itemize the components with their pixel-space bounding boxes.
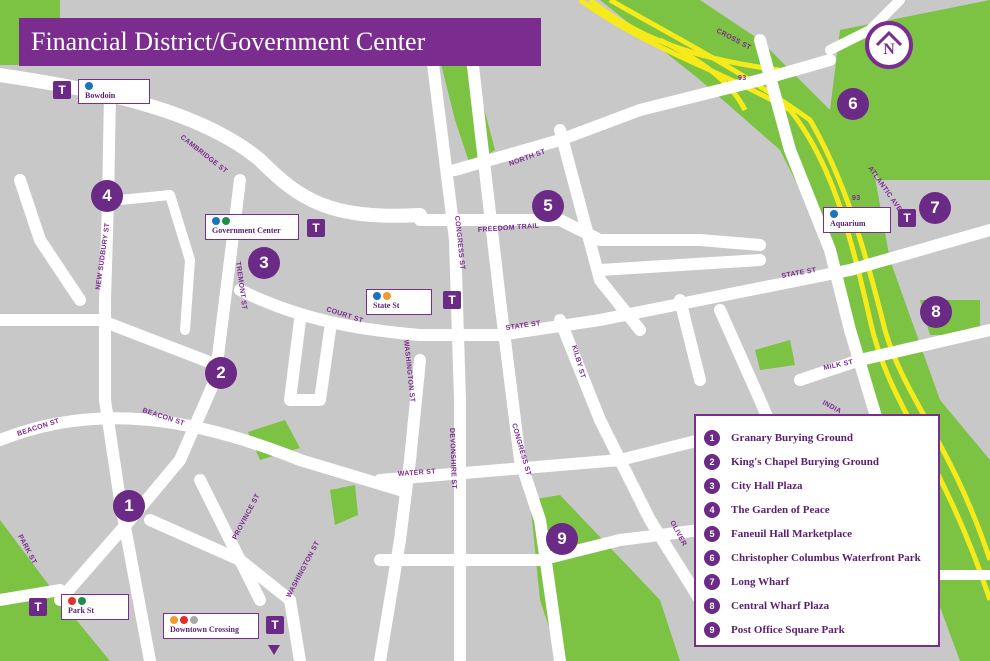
station-state-st[interactable]: State St — [366, 289, 432, 315]
legend-label: The Garden of Peace — [731, 504, 830, 516]
station-name: State St — [373, 301, 400, 310]
line-dots — [85, 82, 143, 91]
station-name: Government Center — [212, 226, 281, 235]
marker-9[interactable]: 9 — [546, 523, 578, 555]
north-letter: N — [883, 41, 895, 58]
line-dots — [170, 616, 252, 625]
marker-8[interactable]: 8 — [920, 296, 952, 328]
legend-number: 4 — [704, 502, 720, 518]
label-i93-south: 93 — [852, 195, 860, 202]
legend-item[interactable]: 8 Central Wharf Plaza — [704, 594, 930, 618]
line-dots — [830, 210, 884, 219]
legend-number: 6 — [704, 550, 720, 566]
marker-2[interactable]: 2 — [205, 357, 237, 389]
legend-item[interactable]: 9 Post Office Square Park — [704, 618, 930, 642]
legend-number: 2 — [704, 454, 720, 470]
legend-label: Granary Burying Ground — [731, 432, 854, 444]
station-downtown-crossing[interactable]: Downtown Crossing — [163, 613, 259, 639]
legend-number: 5 — [704, 526, 720, 542]
station-name: Downtown Crossing — [170, 625, 239, 634]
marker-3[interactable]: 3 — [248, 247, 280, 279]
legend-number: 8 — [704, 598, 720, 614]
legend-label: Faneuil Hall Marketplace — [731, 528, 852, 540]
t-icon-downtown-crossing[interactable]: T — [266, 616, 284, 634]
blue-line-icon — [830, 210, 838, 218]
legend-item[interactable]: 6 Christopher Columbus Waterfront Park — [704, 546, 930, 570]
station-park-st[interactable]: Park St — [61, 594, 129, 620]
legend-item[interactable]: 7 Long Wharf — [704, 570, 930, 594]
line-dots — [68, 597, 122, 606]
red-line-icon — [180, 616, 188, 624]
map-title: Financial District/Government Center — [19, 18, 541, 66]
t-icon-bowdoin[interactable]: T — [53, 81, 71, 99]
legend-label: Christopher Columbus Waterfront Park — [731, 552, 921, 564]
park-milk — [755, 340, 795, 370]
legend-label: Central Wharf Plaza — [731, 600, 830, 612]
legend-label: Post Office Square Park — [731, 624, 845, 636]
line-dots — [373, 292, 425, 301]
green-line-icon — [78, 597, 86, 605]
legend-label: King's Chapel Burying Ground — [731, 456, 880, 468]
station-name: Park St — [68, 606, 94, 615]
map: CAMBRIDGE ST NEW SUDBURY ST TREMONT ST C… — [0, 0, 990, 661]
line-dots — [212, 217, 292, 226]
t-icon-park-st[interactable]: T — [29, 598, 47, 616]
green-line-icon — [222, 217, 230, 225]
marker-6[interactable]: 6 — [837, 88, 869, 120]
legend-item[interactable]: 4 The Garden of Peace — [704, 498, 930, 522]
legend-label: Long Wharf — [731, 576, 790, 588]
legend-item[interactable]: 2 King's Chapel Burying Ground — [704, 450, 930, 474]
marker-1[interactable]: 1 — [113, 490, 145, 522]
red-line-icon — [68, 597, 76, 605]
legend-number: 9 — [704, 622, 720, 638]
label-province-st: PROVINCE ST — [232, 492, 262, 540]
legend-number: 7 — [704, 574, 720, 590]
legend-item[interactable]: 5 Faneuil Hall Marketplace — [704, 522, 930, 546]
legend-label: City Hall Plaza — [731, 480, 803, 492]
t-icon-aquarium[interactable]: T — [898, 209, 916, 227]
legend: 1 Granary Burying Ground 2 King's Chapel B… — [694, 414, 940, 647]
label-devonshire-st: DEVONSHIRE ST — [448, 428, 457, 490]
legend-item[interactable]: 3 City Hall Plaza — [704, 474, 930, 498]
station-name: Bowdoin — [85, 91, 116, 100]
station-name: Aquarium — [830, 219, 866, 228]
t-icon-government-center[interactable]: T — [307, 219, 325, 237]
label-i93-north: 93 — [738, 75, 746, 82]
legend-item[interactable]: 1 Granary Burying Ground — [704, 426, 930, 450]
station-government-center[interactable]: Government Center — [205, 214, 299, 240]
down-arrow-icon — [268, 645, 280, 655]
t-icon-state-st[interactable]: T — [443, 291, 461, 309]
legend-number: 1 — [704, 430, 720, 446]
blue-line-icon — [373, 292, 381, 300]
orange-line-icon — [383, 292, 391, 300]
marker-5[interactable]: 5 — [532, 190, 564, 222]
north-compass-icon: N — [865, 21, 913, 69]
station-bowdoin[interactable]: Bowdoin — [78, 79, 150, 104]
label-washington-st-south: WASHINGTON ST — [286, 540, 322, 599]
blue-line-icon — [212, 217, 220, 225]
park-small — [330, 485, 358, 525]
station-aquarium[interactable]: Aquarium — [823, 207, 891, 233]
marker-4[interactable]: 4 — [91, 180, 123, 212]
silver-line-icon — [190, 616, 198, 624]
legend-number: 3 — [704, 478, 720, 494]
orange-line-icon — [170, 616, 178, 624]
blue-line-icon — [85, 82, 93, 90]
marker-7[interactable]: 7 — [919, 192, 951, 224]
